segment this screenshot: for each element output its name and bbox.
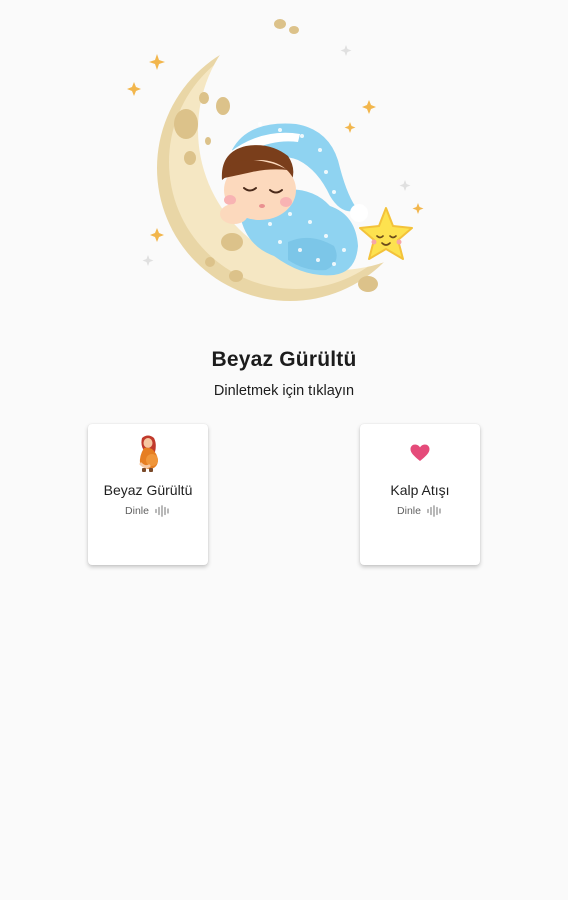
heartbeat-card[interactable]: Kalp Atışı Dinle bbox=[360, 424, 480, 565]
sleeping-baby-moon-illustration bbox=[120, 10, 450, 325]
pregnant-woman-icon bbox=[88, 434, 208, 472]
page-subtitle: Dinletmek için tıklayın bbox=[213, 383, 355, 399]
listen-label: Dinle bbox=[125, 505, 149, 517]
listen-indicator: Dinle bbox=[88, 505, 208, 517]
white-noise-card-title: Beyaz Gürültü bbox=[103, 482, 193, 498]
sound-wave-icon bbox=[427, 505, 443, 517]
sound-wave-icon bbox=[155, 505, 171, 517]
heart-icon bbox=[360, 434, 480, 472]
heartbeat-card-title: Kalp Atışı bbox=[390, 482, 450, 498]
listen-label: Dinle bbox=[397, 505, 421, 517]
white-noise-card[interactable]: Beyaz Gürültü Dinle bbox=[88, 424, 208, 565]
page-title: Beyaz Gürültü bbox=[211, 348, 357, 371]
listen-indicator: Dinle bbox=[360, 505, 480, 517]
